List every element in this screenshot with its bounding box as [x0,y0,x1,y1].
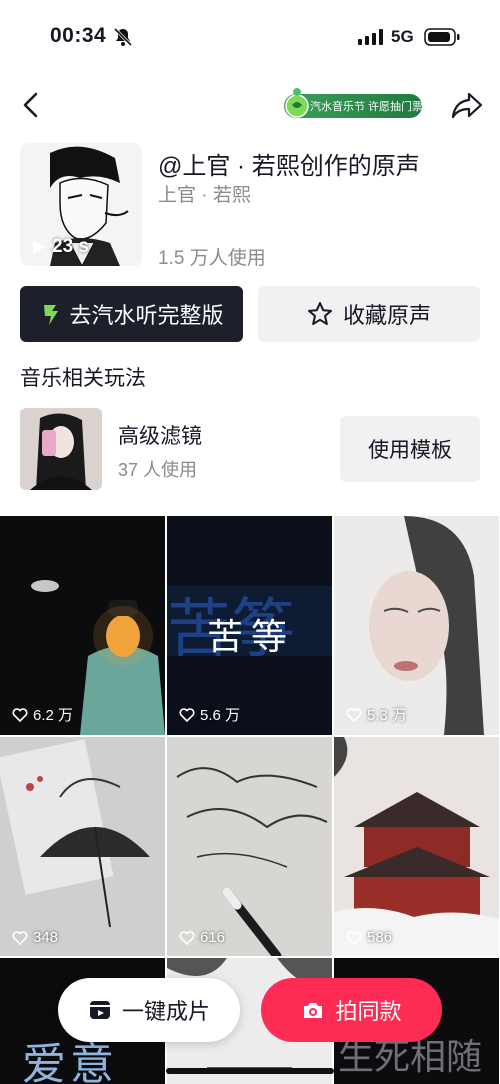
shoot-same-label: 拍同款 [335,999,402,1024]
sound-cover[interactable]: 23 s [20,143,142,266]
video-thumbnail [0,516,165,735]
video-card[interactable]: 苦筝 苦等 5.6 万 [167,516,332,735]
like-count: 6.2 万 [12,704,73,725]
heart-icon [179,707,195,722]
promo-text: 汽水音乐节 许愿抽门票 [310,101,422,113]
sound-author[interactable]: 上官 · 若熙 [158,180,251,207]
like-count-text: 5.3 万 [367,707,408,724]
use-template-button[interactable]: 使用模板 [340,416,480,482]
home-indicator[interactable] [166,1068,334,1074]
play-icon [33,240,45,254]
favorite-sound-button[interactable]: 收藏原声 [258,286,480,342]
template-name: 高级滤镜 [118,425,202,448]
bell-muted-icon [113,27,133,47]
play-duration: 23 s [32,236,89,258]
star-icon [307,302,332,325]
heart-icon [12,707,28,722]
like-count-text: 5.6 万 [200,707,241,724]
video-thumbnail [334,737,499,956]
like-count: 616 [179,929,225,946]
like-count: 586 [346,929,392,946]
video-card[interactable]: 586 [334,737,499,956]
video-card[interactable]: 348 [0,737,165,956]
soda-music-icon [44,305,59,325]
like-count-text: 6.2 万 [33,707,74,724]
network-label: 5G [391,27,414,46]
video-card[interactable]: 616 [167,737,332,956]
like-count: 348 [12,929,58,946]
sound-usage: 1.5 万人使用 [158,248,266,269]
like-count-text: 616 [200,929,226,946]
one-click-create-button[interactable]: 一键成片 [58,978,240,1042]
shoot-same-button[interactable]: 拍同款 [261,978,442,1042]
action-row: 去汽水听完整版 收藏原声 [20,286,480,342]
status-bar: 00:34 5G [0,0,500,70]
heart-icon [12,930,28,945]
section-title: 音乐相关玩法 [20,367,146,390]
video-overlay-text: 苦等 [207,617,296,658]
duration-text: 23 s [52,236,89,257]
heart-icon [346,707,362,722]
favorite-label: 收藏原声 [342,303,431,328]
share-arrow-icon[interactable] [450,88,484,122]
listen-full-button[interactable]: 去汽水听完整版 [20,286,243,342]
heart-icon [179,930,195,945]
like-count: 5.3 万 [346,704,407,725]
sound-title: @上官 · 若熙创作的原声 [158,153,420,180]
soda-music-logo-icon [285,88,309,118]
listen-full-label: 去汽水听完整版 [69,303,224,328]
template-thumbnail [20,408,102,490]
nav-bar: 汽水音乐节 许愿抽门票 [0,80,500,130]
battery-icon [424,28,460,46]
video-thumbnail [167,737,332,956]
video-thumbnail [334,516,499,735]
video-thumbnail [0,737,165,956]
like-count-text: 586 [367,929,393,946]
status-time: 00:34 [50,24,107,47]
bottom-action-bar: 一键成片 拍同款 [0,978,500,1042]
like-count: 5.6 万 [179,704,240,725]
heart-icon [346,930,362,945]
video-card[interactable]: 5.3 万 [334,516,499,735]
like-count-text: 348 [33,929,59,946]
video-clip-icon [89,1001,110,1019]
template-usage: 37 人使用 [118,460,198,480]
video-card[interactable]: 6.2 万 [0,516,165,735]
template-item[interactable]: 高级滤镜 37 人使用 使用模板 [20,408,480,490]
camera-icon [304,1003,323,1018]
one-click-label: 一键成片 [121,999,210,1024]
chevron-left-icon[interactable] [16,88,46,122]
signal-icon [358,29,383,45]
